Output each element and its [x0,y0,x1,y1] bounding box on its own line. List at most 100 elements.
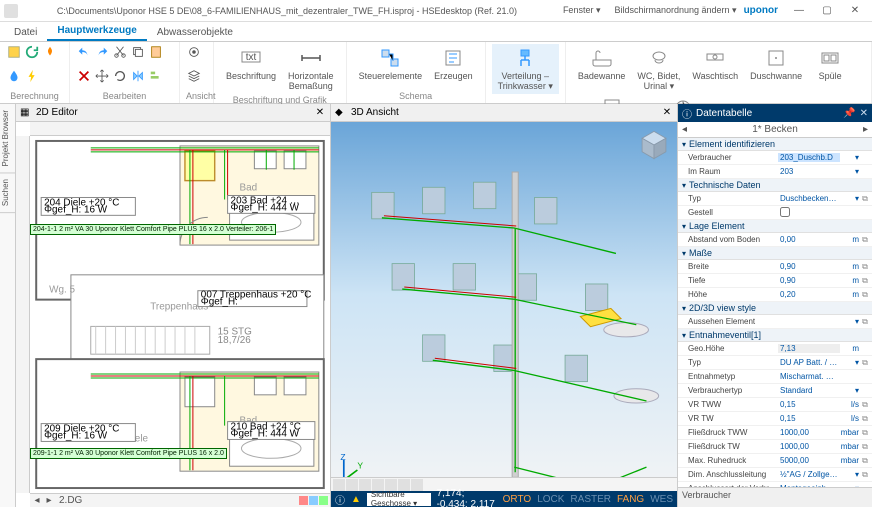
data-more-button[interactable]: ⧉ [860,470,870,480]
tab-datei[interactable]: Datei [4,24,47,41]
data-value[interactable]: 0,90 [778,262,840,271]
waschtisch-button[interactable]: Waschtisch [686,44,744,84]
data-value[interactable]: Standard [778,386,840,395]
data-more-button[interactable]: ⧉ [860,400,870,410]
data-more-button[interactable]: ⧉ [860,235,870,245]
bildschirm-dropdown[interactable]: Bildschirmanordnung ändern ▾ [607,2,743,19]
flame-icon[interactable] [42,44,58,60]
canvas-3d[interactable]: ZXY ⓘ ▲ Sichtbare Geschosse ▾ 7,174; -0,… [331,122,677,507]
projektbrowser-tab[interactable]: Projekt Browser [0,104,15,173]
verteilung-button[interactable]: Verteilung – Trinkwasser ▾ [492,44,559,94]
data-section-header[interactable]: ▾Entnahmeventil[1] [678,329,872,342]
data-more-button[interactable]: ⧉ [860,414,870,424]
bemassung-button[interactable]: Horizontale Bemaßung [282,44,340,94]
mirror-icon[interactable] [130,68,146,84]
status-raster[interactable]: RASTER [570,494,611,505]
view-icon[interactable] [186,44,202,60]
data-more-button[interactable]: ⧉ [860,358,870,368]
data-prev[interactable]: ◂ [682,124,687,135]
data-close-button[interactable]: ✕ [860,108,868,119]
layer-toggle[interactable] [319,496,328,505]
data-value[interactable]: 0,20 [778,290,840,299]
spuele-button[interactable]: Spüle [808,44,852,84]
info-icon[interactable]: ⓘ [335,492,345,507]
warn-icon[interactable]: ▲ [351,494,361,505]
data-section-header[interactable]: ▾Technische Daten [678,179,872,192]
view-tool[interactable] [385,479,397,491]
paste-icon[interactable] [148,44,164,60]
align-icon[interactable] [148,68,164,84]
data-value[interactable]: Mischarmat. Dusche [778,372,840,381]
view-tool[interactable] [359,479,371,491]
view-tool[interactable] [346,479,358,491]
data-value[interactable]: 7,13 [778,344,840,353]
canvas-2d[interactable]: Bad 7 204 Diele +20 °CΦgef_H: 16 W 203 B… [16,122,330,507]
sheet-prev[interactable]: ◂ [32,495,42,506]
data-value[interactable]: 5000,00 [778,456,840,465]
rotate-icon[interactable] [112,68,128,84]
status-wes[interactable]: WES [650,494,673,505]
maximize-button[interactable]: ▢ [814,2,840,20]
layers-icon[interactable] [186,68,202,84]
bolt-icon[interactable] [24,68,40,84]
move-icon[interactable] [94,68,110,84]
qat-icon[interactable] [4,4,18,18]
data-value[interactable]: 1000,00 [778,428,840,437]
data-value[interactable]: 0,15 [778,400,840,409]
data-more-button[interactable]: ⧉ [860,317,870,327]
data-grid[interactable]: ▾Element identifizierenVerbraucher203_Du… [678,138,872,487]
tab-hauptwerkzeuge[interactable]: Hauptwerkzeuge [47,22,146,41]
data-section-header[interactable]: ▾2D/3D view style [678,302,872,315]
refresh-icon[interactable] [24,44,40,60]
calc-icon[interactable] [6,44,22,60]
data-value[interactable]: 203_Duschb.D [778,153,840,162]
geschosse-dropdown[interactable]: Sichtbare Geschosse ▾ [367,493,431,506]
beschriftung-button[interactable]: txt Beschriftung [220,44,282,84]
data-more-button[interactable]: ⧉ [860,276,870,286]
sheet-tab-2dg[interactable]: 2.DG [56,495,85,506]
data-pin-button[interactable]: 📌 [843,108,855,119]
data-more-button[interactable]: ⧉ [860,442,870,452]
layer-toggle[interactable] [309,496,318,505]
copy-icon[interactable] [130,44,146,60]
data-section-header[interactable]: ▾Element identifizieren [678,138,872,151]
data-section-header[interactable]: ▾Maße [678,247,872,260]
data-more-button[interactable]: ⧉ [860,194,870,204]
data-value[interactable]: ½"AG / Zollgewinde (AG) [778,470,840,479]
status-fang[interactable]: FANG [617,494,644,505]
minimize-button[interactable]: — [786,2,812,20]
floorplan-drawing[interactable]: Bad 7 204 Diele +20 °CΦgef_H: 16 W 203 B… [30,136,330,493]
view-cube[interactable] [637,128,671,162]
sheet-next[interactable]: ▸ [44,495,54,506]
view-tool[interactable] [398,479,410,491]
data-value[interactable]: Duschbecken / Standard [778,194,840,203]
drop-icon[interactable] [6,68,22,84]
panel-3d-close[interactable]: ✕ [661,107,673,119]
close-button[interactable]: ✕ [842,2,868,20]
fenster-dropdown[interactable]: Fenster ▾ [556,2,608,19]
data-value[interactable]: 0,15 [778,414,840,423]
data-more-button[interactable]: ⧉ [860,290,870,300]
badewanne-button[interactable]: Badewanne [572,44,632,84]
data-value[interactable]: 203 [778,167,840,176]
cut-icon[interactable] [112,44,128,60]
undo-icon[interactable] [76,44,92,60]
data-more-button[interactable]: ⧉ [860,428,870,438]
data-value[interactable]: 0,90 [778,276,840,285]
data-value[interactable]: 1000,00 [778,442,840,451]
view-tool[interactable] [372,479,384,491]
data-value[interactable]: DU AP Batt. / Standard Ve [778,358,840,367]
redo-icon[interactable] [94,44,110,60]
data-more-button[interactable]: ⧉ [860,262,870,272]
view-tool[interactable] [411,479,423,491]
data-more-button[interactable]: ⧉ [860,456,870,466]
data-section-header[interactable]: ▾Lage Element [678,220,872,233]
panel-2d-close[interactable]: ✕ [314,107,326,119]
wc-button[interactable]: WC, Bidet, Urinal ▾ [631,44,686,94]
layer-toggle[interactable] [299,496,308,505]
tab-abwasserobjekte[interactable]: Abwasserobjekte [147,24,243,41]
data-value[interactable] [778,207,840,219]
view-tool[interactable] [333,479,345,491]
suchen-tab[interactable]: Suchen [0,173,15,213]
data-value[interactable]: 0,00 [778,235,840,244]
